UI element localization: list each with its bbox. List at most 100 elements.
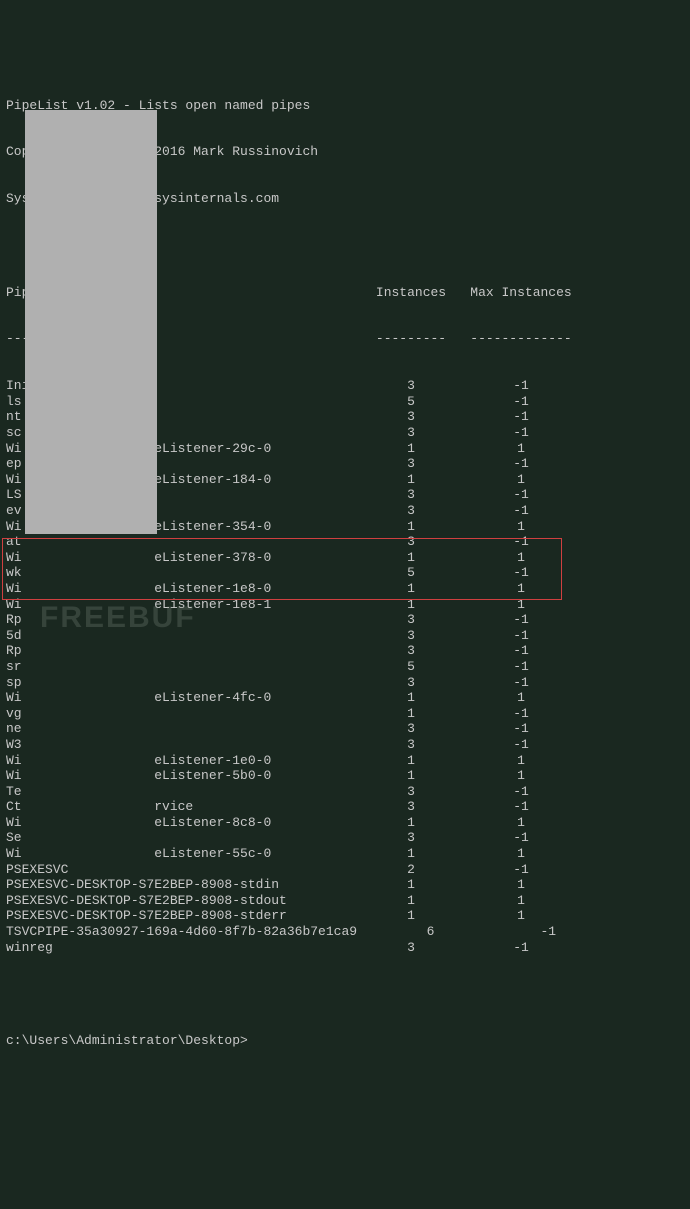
instances-cell: 5 <box>361 659 461 675</box>
instances-cell: 1 <box>361 753 461 769</box>
max-instances-cell: -1 <box>461 659 581 675</box>
pipe-name-cell: vg <box>6 706 361 722</box>
table-row: at3-1 <box>6 534 684 550</box>
max-instances-cell: -1 <box>461 456 581 472</box>
table-row: Wi eListener-378-011 <box>6 550 684 566</box>
pipe-name-cell: sp <box>6 675 361 691</box>
table-row: PSEXESVC2-1 <box>6 862 684 878</box>
pipe-name-cell: ne <box>6 721 361 737</box>
redaction-overlay <box>25 110 157 534</box>
table-row: TSVCPIPE-35a30927-169a-4d60-8f7b-82a36b7… <box>6 924 684 940</box>
instances-cell: 2 <box>361 862 461 878</box>
instances-cell: 1 <box>361 597 461 613</box>
instances-cell: 3 <box>361 425 461 441</box>
instances-cell: 1 <box>361 690 461 706</box>
instances-cell: 3 <box>361 940 461 956</box>
instances-cell: 1 <box>361 441 461 457</box>
pipe-name-cell: Rp <box>6 612 361 628</box>
instances-cell: 3 <box>361 612 461 628</box>
table-row: vg1-1 <box>6 706 684 722</box>
instances-cell: 1 <box>361 815 461 831</box>
max-instances-cell: -1 <box>461 409 581 425</box>
pipe-name-cell: PSEXESVC <box>6 862 361 878</box>
table-row: Wi eListener-4fc-011 <box>6 690 684 706</box>
instances-cell: 3 <box>361 503 461 519</box>
pipe-name-cell: W3 <box>6 737 361 753</box>
instances-cell: 3 <box>361 456 461 472</box>
max-instances-cell: -1 <box>461 534 581 550</box>
max-instances-cell: -1 <box>461 565 581 581</box>
table-row: Wi eListener-8c8-011 <box>6 815 684 831</box>
table-row: wk5-1 <box>6 565 684 581</box>
pipe-name-cell: Wi eListener-55c-0 <box>6 846 361 862</box>
pipe-name-cell: Wi eListener-378-0 <box>6 550 361 566</box>
max-instances-cell: -1 <box>461 628 581 644</box>
table-row: ne3-1 <box>6 721 684 737</box>
max-instances-cell: -1 <box>461 706 581 722</box>
max-instances-cell: -1 <box>461 612 581 628</box>
pipe-name-cell: 5d <box>6 628 361 644</box>
pipe-name-cell: Wi eListener-1e8-0 <box>6 581 361 597</box>
max-instances-cell: -1 <box>461 721 581 737</box>
table-row: PSEXESVC-DESKTOP-S7E2BEP-8908-stderr11 <box>6 908 684 924</box>
table-row: Wi eListener-5b0-011 <box>6 768 684 784</box>
pipe-name-cell: Wi eListener-1e8-1 <box>6 597 361 613</box>
max-instances-cell: -1 <box>461 378 581 394</box>
max-instances-cell: -1 <box>461 784 581 800</box>
max-instances-cell: -1 <box>461 799 581 815</box>
pipe-name-cell: Wi eListener-1e0-0 <box>6 753 361 769</box>
max-instances-cell: 1 <box>461 690 581 706</box>
pipe-name-cell: Se <box>6 830 361 846</box>
max-instances-cell: -1 <box>461 737 581 753</box>
table-row: Te3-1 <box>6 784 684 800</box>
max-instances-cell: 1 <box>461 519 581 535</box>
instances-cell: 5 <box>361 565 461 581</box>
instances-cell: 3 <box>361 675 461 691</box>
max-instances-cell: 1 <box>461 877 581 893</box>
max-instances-cell: 1 <box>461 597 581 613</box>
max-instances-cell: 1 <box>461 753 581 769</box>
instances-cell: 1 <box>361 706 461 722</box>
instances-cell: 1 <box>361 550 461 566</box>
instances-cell: 3 <box>361 628 461 644</box>
max-instances-cell: 1 <box>461 893 581 909</box>
instances-cell: 1 <box>361 908 461 924</box>
max-instances-cell: -1 <box>461 503 581 519</box>
max-instances-cell: 1 <box>461 815 581 831</box>
max-instances-cell: -1 <box>461 862 581 878</box>
max-instances-cell: 1 <box>461 846 581 862</box>
instances-cell: 3 <box>361 721 461 737</box>
table-row: Ct rvice3-1 <box>6 799 684 815</box>
table-row: winreg3-1 <box>6 940 684 956</box>
instances-cell: 1 <box>361 893 461 909</box>
instances-cell: 1 <box>361 846 461 862</box>
max-instances-cell: -1 <box>461 394 581 410</box>
max-instances-cell: -1 <box>461 830 581 846</box>
max-instances-cell: -1 <box>461 487 581 503</box>
table-row: PSEXESVC-DESKTOP-S7E2BEP-8908-stdin11 <box>6 877 684 893</box>
table-row: Wi eListener-55c-011 <box>6 846 684 862</box>
instances-cell: 3 <box>361 799 461 815</box>
table-row: sr5-1 <box>6 659 684 675</box>
pipe-name-cell: PSEXESVC-DESKTOP-S7E2BEP-8908-stderr <box>6 908 361 924</box>
max-instances-cell: -1 <box>461 675 581 691</box>
instances-cell: 3 <box>361 784 461 800</box>
table-row: Rp3-1 <box>6 612 684 628</box>
pipe-name-cell: winreg <box>6 940 361 956</box>
instances-cell: 1 <box>361 581 461 597</box>
instances-cell: 1 <box>361 519 461 535</box>
pipe-name-cell: Wi eListener-8c8-0 <box>6 815 361 831</box>
instances-cell: 3 <box>361 409 461 425</box>
max-instances-cell: -1 <box>461 924 581 940</box>
table-row: W33-1 <box>6 737 684 753</box>
col-instances-header: Instances <box>361 285 461 301</box>
pipe-name-cell: wk <box>6 565 361 581</box>
pipe-name-cell: PSEXESVC-DESKTOP-S7E2BEP-8908-stdout <box>6 893 361 909</box>
table-row: Wi eListener-1e0-011 <box>6 753 684 769</box>
instances-cell: 5 <box>361 394 461 410</box>
instances-cell: 3 <box>361 737 461 753</box>
command-prompt[interactable]: c:\Users\Administrator\Desktop> <box>6 1033 684 1049</box>
pipe-name-cell: TSVCPIPE-35a30927-169a-4d60-8f7b-82a36b7… <box>6 924 361 940</box>
instances-cell: 3 <box>361 534 461 550</box>
pipe-name-cell: Wi eListener-4fc-0 <box>6 690 361 706</box>
